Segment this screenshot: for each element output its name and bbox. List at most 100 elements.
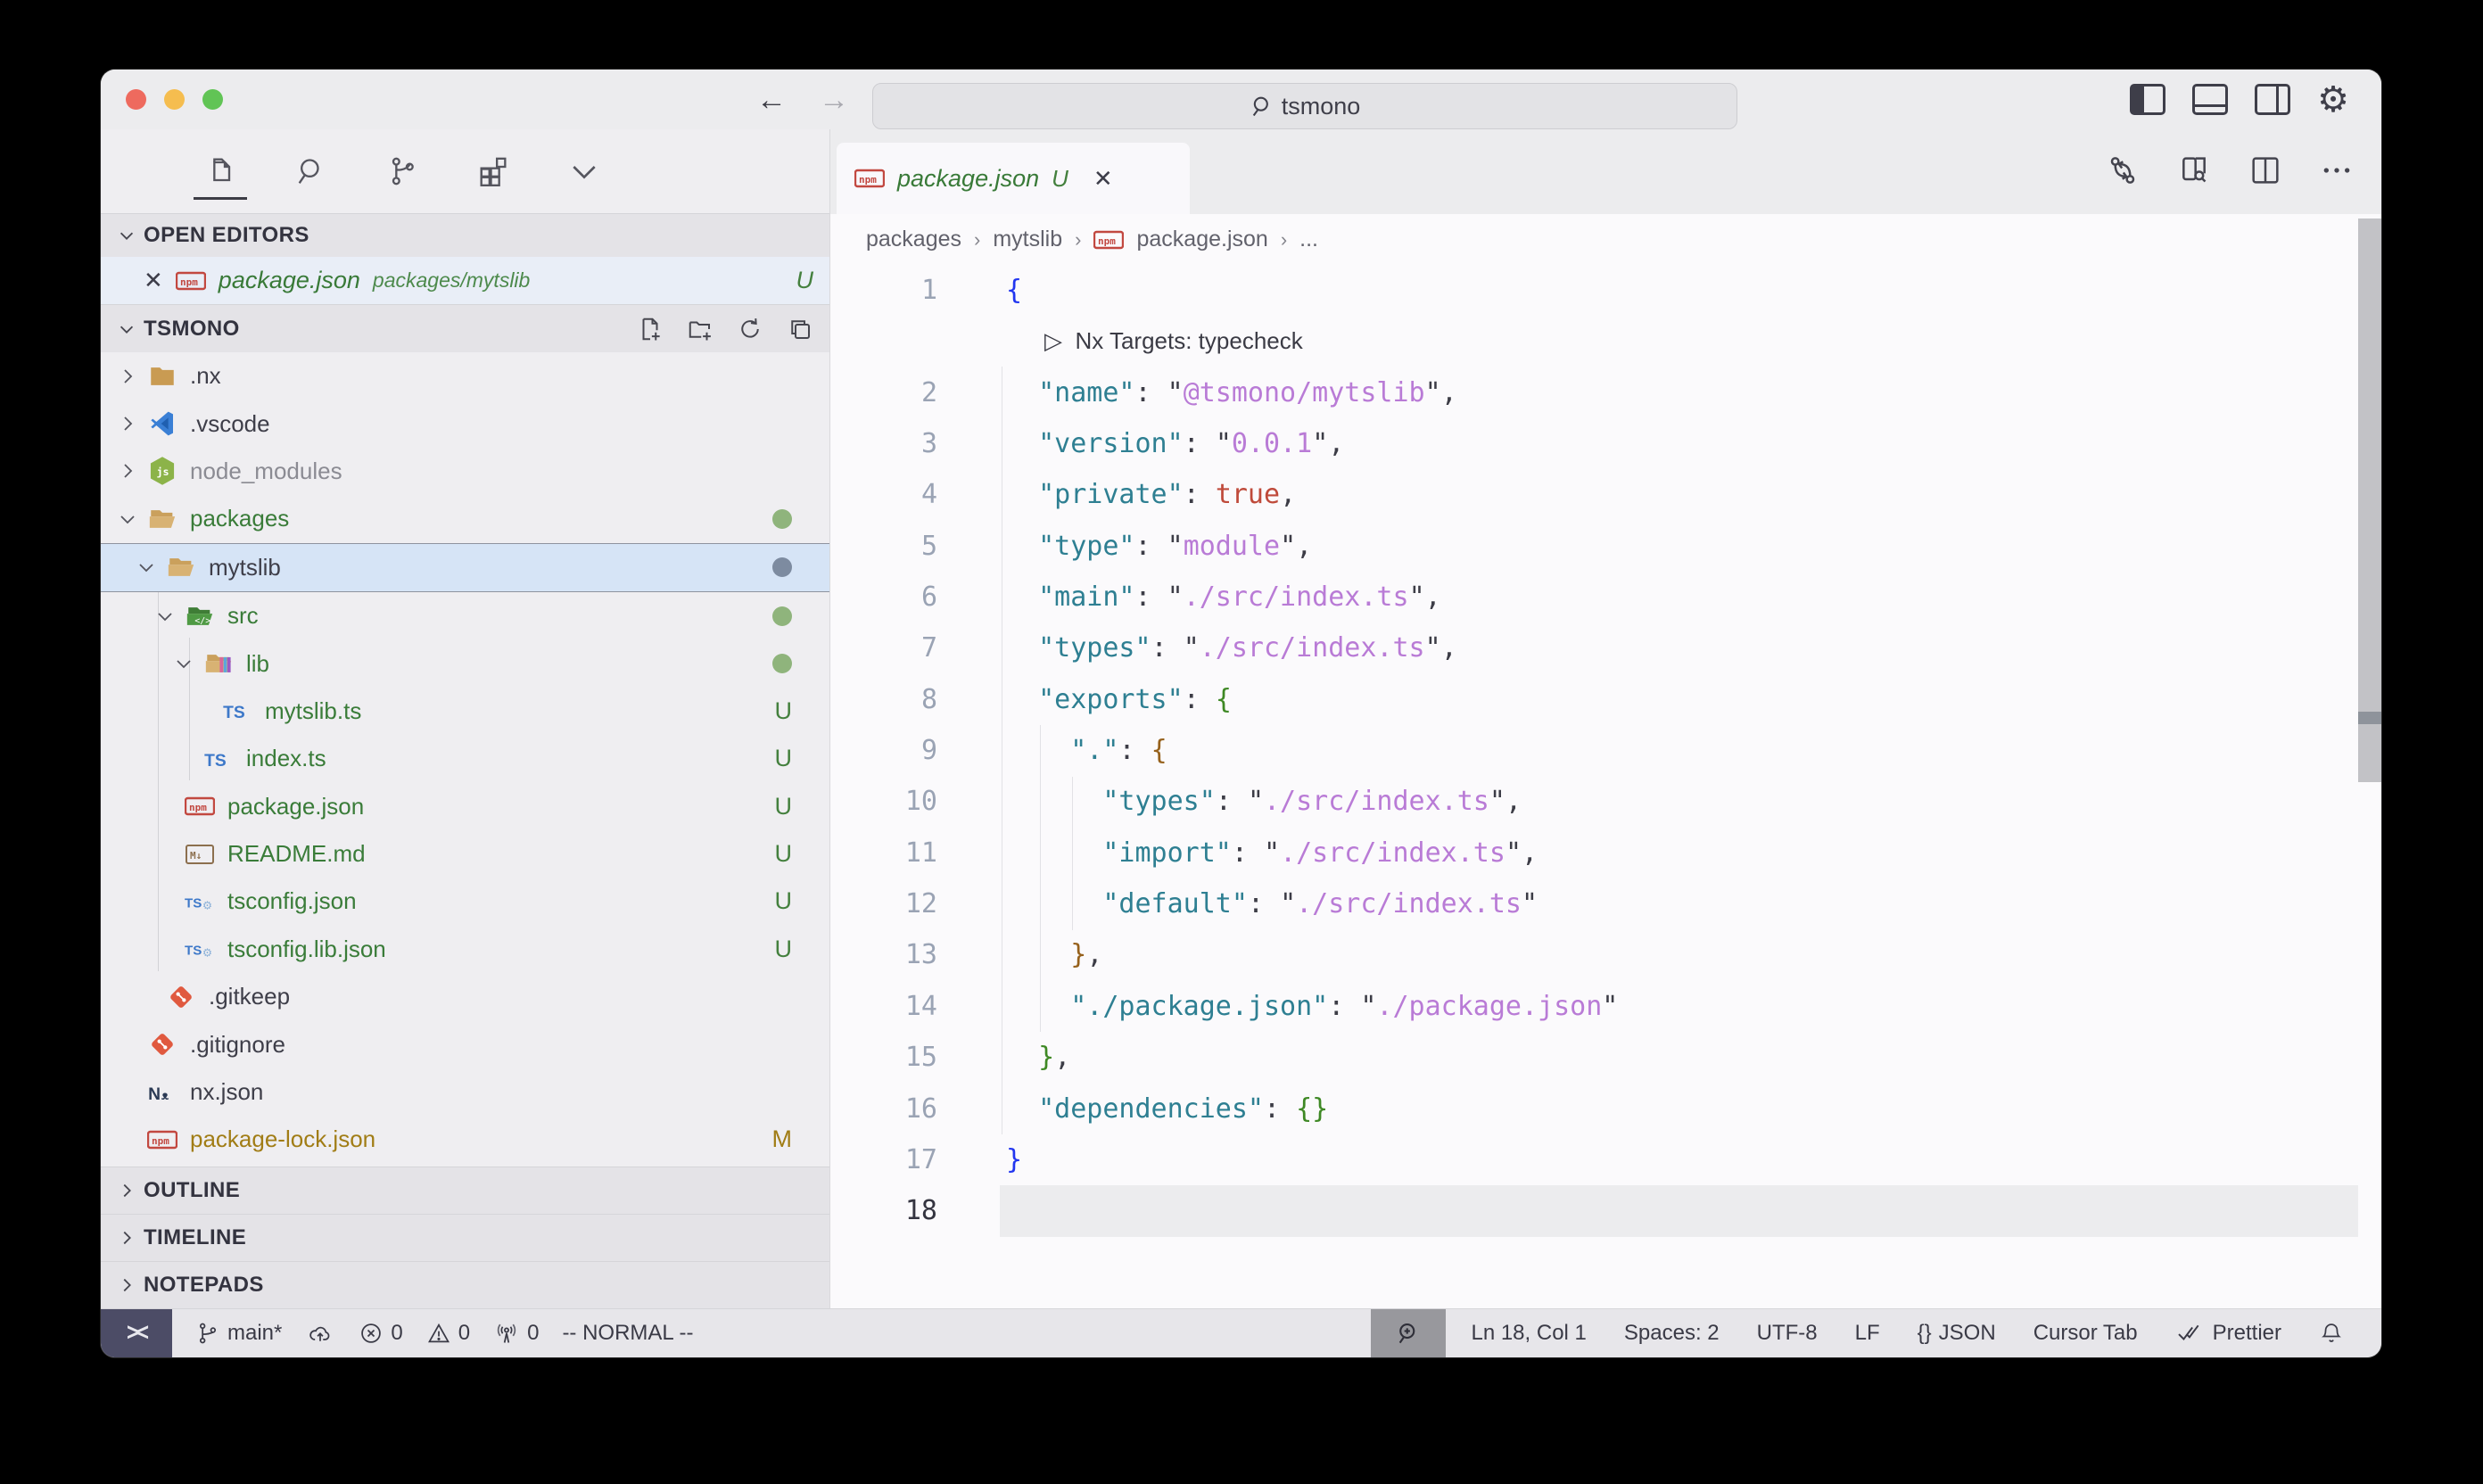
tree-item-packages[interactable]: packages	[101, 495, 829, 542]
chevron-right-icon	[117, 1181, 136, 1200]
chevron-down-icon	[154, 606, 176, 627]
activity-more-chevron-icon[interactable]	[565, 144, 604, 198]
tree-item-label: packages	[190, 505, 289, 532]
tree-item-mytslib-ts[interactable]: TSmytslib.tsU	[101, 688, 829, 735]
status-spaces-2[interactable]: Spaces: 2	[1624, 1321, 1720, 1346]
svg-text:ᴥ: ᴥ	[161, 1088, 169, 1101]
svg-text:TS: TS	[223, 704, 245, 722]
zoom-indicator[interactable]	[1371, 1309, 1446, 1357]
tree-item--gitkeep[interactable]: .gitkeep	[101, 973, 829, 1020]
chevron-down-icon	[136, 556, 157, 578]
status-branch[interactable]: main*	[195, 1321, 282, 1346]
refresh-icon[interactable]	[737, 316, 763, 342]
tree-item-index-ts[interactable]: TSindex.tsU	[101, 735, 829, 782]
status-cursor-tab[interactable]: Cursor Tab	[2033, 1321, 2138, 1346]
breadcrumb-item[interactable]: packages	[866, 227, 961, 252]
open-editor-item[interactable]: ✕ npm package.json packages/mytslib U	[101, 257, 829, 304]
tree-item-src[interactable]: </>src	[101, 592, 829, 639]
collapse-all-icon[interactable]	[787, 316, 813, 342]
codelens-nx-targets[interactable]: ▷ Nx Targets: typecheck	[1006, 316, 2346, 367]
svg-text:TS: TS	[204, 752, 227, 771]
new-file-icon[interactable]	[637, 316, 664, 342]
tree-item-label: tsconfig.lib.json	[227, 936, 386, 963]
activity-bar	[101, 129, 829, 213]
split-editor-icon[interactable]	[2248, 153, 2283, 188]
open-editor-filename: package.json	[219, 267, 360, 294]
section-timeline[interactable]: TIMELINE	[101, 1214, 829, 1261]
status--normal-[interactable]: -- NORMAL --	[562, 1321, 693, 1346]
svg-text:TS: TS	[185, 896, 202, 911]
status-braces[interactable]: {}JSON	[1918, 1321, 1996, 1346]
code-line-16: "dependencies": {}	[1006, 1084, 2346, 1134]
minimize-window-button[interactable]	[164, 89, 185, 110]
git-status-badge: U	[775, 936, 793, 963]
breadcrumb-item[interactable]: mytslib	[993, 227, 1062, 252]
code-line-6: "main": "./src/index.ts",	[1006, 572, 2346, 622]
title-bar: ← → tsmono ⚙	[101, 70, 2381, 129]
scrollbar-thumb[interactable]	[2358, 218, 2381, 782]
open-editors-header[interactable]: OPEN EDITORS	[101, 213, 829, 257]
tree-item-label: tsconfig.json	[227, 887, 357, 915]
tree-item-mytslib[interactable]: mytslib	[101, 543, 829, 592]
status-bell[interactable]	[2319, 1320, 2344, 1347]
tree-item--nx[interactable]: .nx	[101, 352, 829, 400]
toggle-right-panel-icon[interactable]	[2255, 84, 2290, 115]
npm-green-icon: js	[147, 456, 177, 486]
breadcrumb-item[interactable]: ...	[1299, 227, 1318, 252]
tree-item-tsconfig-json[interactable]: TS⚙tsconfig.jsonU	[101, 878, 829, 925]
code-line-18	[1006, 1185, 2346, 1236]
status-tower[interactable]: 0	[493, 1321, 539, 1346]
remote-indicator[interactable]: ><	[101, 1309, 172, 1357]
status-double-check[interactable]: Prettier	[2175, 1321, 2281, 1346]
back-icon[interactable]: ←	[756, 85, 787, 115]
preview-icon[interactable]	[2176, 153, 2212, 188]
status-cloud-upload[interactable]	[305, 1321, 335, 1346]
code-line-7: "types": "./src/index.ts",	[1006, 622, 2346, 673]
status-error[interactable]: 0	[359, 1321, 402, 1346]
tree-item-nx-json[interactable]: Nᴥnx.json	[101, 1068, 829, 1116]
section-notepads[interactable]: NOTEPADS	[101, 1261, 829, 1308]
close-editor-icon[interactable]: ✕	[144, 267, 163, 294]
tree-item-label: .gitkeep	[209, 983, 290, 1010]
new-folder-icon[interactable]	[687, 316, 714, 342]
chevron-right-icon	[117, 460, 138, 482]
activity-extensions-icon[interactable]	[474, 144, 513, 198]
code-editor[interactable]: 123456789101112131415161718 {▷ Nx Target…	[830, 265, 2381, 1308]
activity-search-icon[interactable]	[292, 144, 331, 198]
open-changes-icon[interactable]	[2105, 153, 2141, 188]
status-ln-18-col-1[interactable]: Ln 18, Col 1	[1471, 1321, 1586, 1346]
tree-item-package-json[interactable]: npmpackage.jsonU	[101, 783, 829, 830]
breadcrumb-item[interactable]: package.json	[1136, 227, 1267, 252]
tree-item-package-lock-json[interactable]: npmpackage-lock.jsonM	[101, 1116, 829, 1163]
settings-gear-icon[interactable]: ⚙	[2317, 82, 2349, 118]
status-warning[interactable]: 0	[426, 1321, 470, 1346]
code-line-1: {	[1006, 265, 2346, 316]
toggle-bottom-panel-icon[interactable]	[2192, 84, 2228, 115]
line-numbers-gutter: 123456789101112131415161718	[830, 265, 937, 1237]
workspace-header[interactable]: TSMONO	[101, 304, 829, 352]
tree-item-tsconfig-lib-json[interactable]: TS⚙tsconfig.lib.jsonU	[101, 926, 829, 973]
status-lf[interactable]: LF	[1855, 1321, 1880, 1346]
close-window-button[interactable]	[126, 89, 146, 110]
tab-package-json[interactable]: npm package.json U ✕	[837, 143, 1190, 214]
git-status-badge: U	[775, 697, 793, 725]
tree-item-readme-md[interactable]: M↓README.mdU	[101, 830, 829, 878]
svg-text:npm: npm	[180, 276, 198, 288]
status-utf-8[interactable]: UTF-8	[1757, 1321, 1818, 1346]
section-outline[interactable]: OUTLINE	[101, 1167, 829, 1214]
toggle-left-panel-icon[interactable]	[2130, 84, 2165, 115]
forward-icon[interactable]: →	[819, 85, 849, 115]
zoom-window-button[interactable]	[202, 89, 223, 110]
activity-source-control-icon[interactable]	[383, 144, 422, 198]
breadcrumb-separator: ›	[974, 228, 980, 251]
tree-item-lib[interactable]: lib	[101, 639, 829, 687]
activity-explorer-icon[interactable]	[201, 144, 240, 198]
command-center-search[interactable]: tsmono	[872, 83, 1737, 129]
more-actions-icon[interactable]	[2319, 153, 2355, 188]
tree-item--vscode[interactable]: .vscode	[101, 400, 829, 447]
tree-item-label: README.md	[227, 840, 366, 868]
tree-item-node-modules[interactable]: jsnode_modules	[101, 448, 829, 495]
chevron-down-icon	[117, 508, 138, 530]
close-tab-icon[interactable]: ✕	[1093, 165, 1113, 193]
tree-item--gitignore[interactable]: .gitignore	[101, 1020, 829, 1068]
